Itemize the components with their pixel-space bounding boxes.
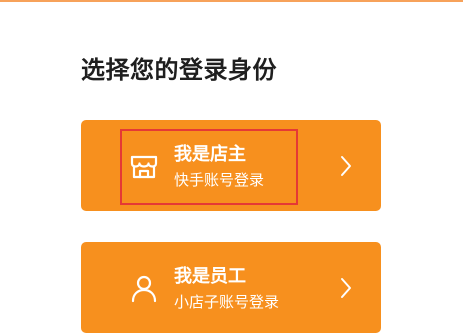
staff-role-subtitle: 小店子账号登录 bbox=[174, 293, 280, 311]
chevron-right-icon bbox=[338, 153, 354, 179]
staff-role-title: 我是员工 bbox=[174, 266, 246, 287]
person-icon bbox=[129, 273, 159, 303]
owner-login-button[interactable]: 我是店主 快手账号登录 bbox=[81, 120, 381, 211]
store-icon bbox=[129, 151, 159, 181]
owner-role-title: 我是店主 bbox=[174, 144, 246, 165]
owner-role-subtitle: 快手账号登录 bbox=[174, 171, 265, 189]
top-divider bbox=[0, 0, 463, 2]
staff-login-button[interactable]: 我是员工 小店子账号登录 bbox=[81, 242, 381, 333]
chevron-right-icon bbox=[338, 275, 354, 301]
page-title: 选择您的登录身份 bbox=[81, 56, 277, 84]
